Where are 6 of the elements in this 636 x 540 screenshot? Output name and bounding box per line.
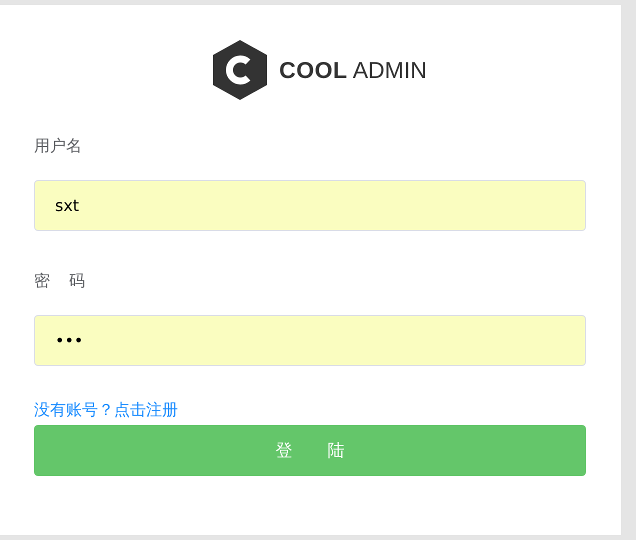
logo-icon	[213, 40, 268, 100]
field-label: 用户名	[34, 136, 82, 157]
field-label: 密 码	[34, 271, 86, 292]
input-field[interactable]: •••	[34, 315, 586, 366]
logo-text: COOL ADMIN	[279, 56, 427, 84]
input-field[interactable]: sxt	[34, 180, 586, 231]
